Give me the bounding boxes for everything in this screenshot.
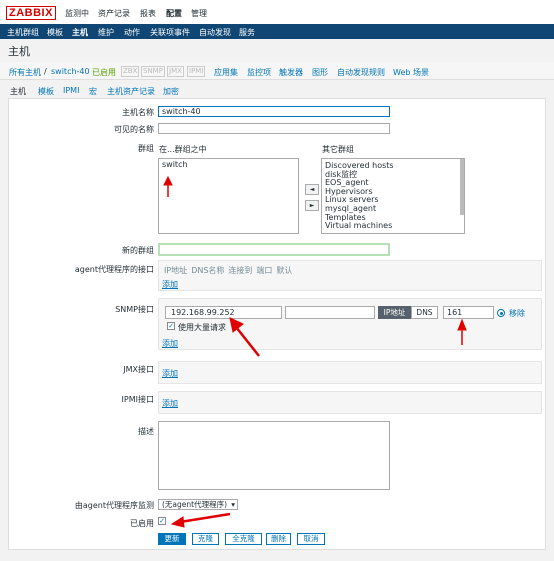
arrow-icon — [170, 512, 231, 528]
annotation-overlay — [163, 175, 467, 528]
arrow-icon — [163, 175, 173, 197]
arrow-icon — [229, 317, 260, 357]
arrow-icon — [457, 318, 467, 345]
